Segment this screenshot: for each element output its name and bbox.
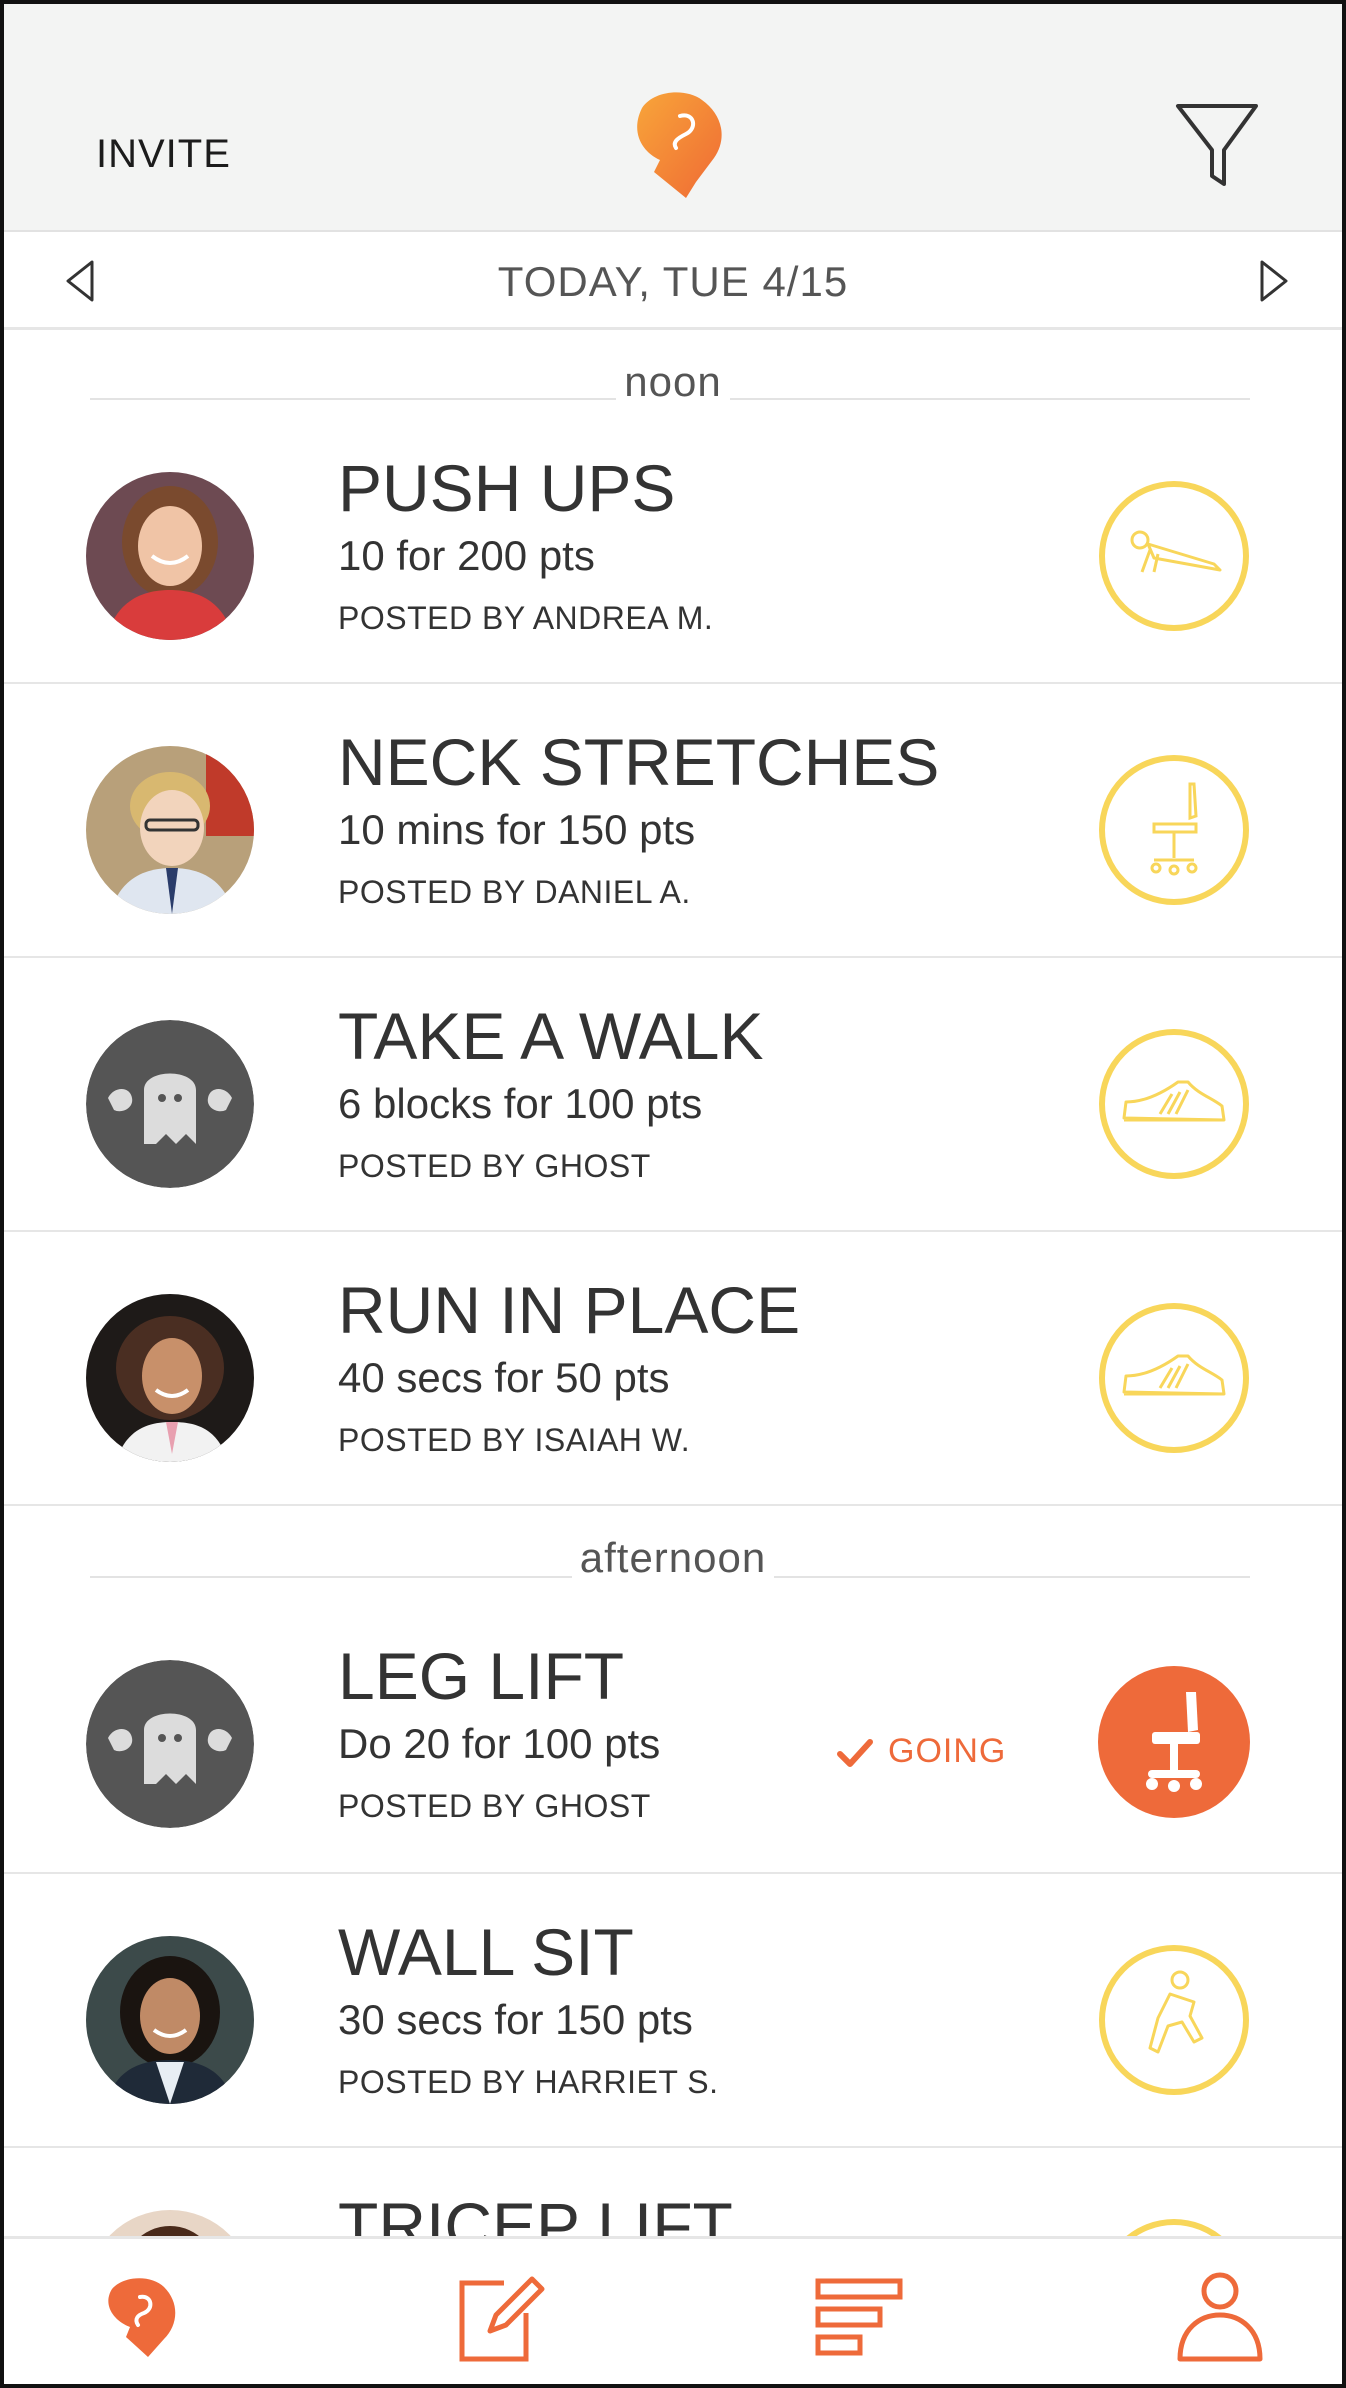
avatar: [86, 472, 254, 640]
boxing-glove-icon: [624, 86, 734, 204]
posted-by: POSTED BY GHOST: [338, 1148, 651, 1184]
posted-by: POSTED BY DANIEL A.: [338, 874, 691, 910]
activity-title: LEG LIFT: [338, 1639, 625, 1713]
bottom-tab-bar: [4, 2236, 1342, 2384]
ghost-avatar: [86, 1660, 254, 1828]
list-item[interactable]: NECK STRETCHES 10 mins for 150 pts POSTE…: [4, 684, 1342, 958]
activity-title: WALL SIT: [338, 1915, 634, 1989]
activity-title: NECK STRETCHES: [338, 725, 940, 799]
list-item[interactable]: TAKE A WALK 6 blocks for 100 pts POSTED …: [4, 958, 1342, 1232]
app-screen: INVITE TODAY, TUE 4/15 noon PUSH UPS 10 …: [0, 0, 1346, 2388]
avatar: [86, 1936, 254, 2104]
posted-by: POSTED BY ANDREA M.: [338, 600, 714, 636]
triangle-right-icon[interactable]: [1248, 256, 1298, 306]
posted-by: POSTED BY ISAIAH W.: [338, 1422, 691, 1458]
profile-icon[interactable]: [1170, 2267, 1270, 2367]
office-chair-icon[interactable]: [1098, 754, 1250, 906]
activity-detail: 6 blocks for 100 pts: [338, 1080, 703, 1127]
sneaker-icon[interactable]: [1098, 1028, 1250, 1180]
activity-detail: 10 mins for 150 pts: [338, 806, 696, 853]
filter-funnel-icon[interactable]: [1174, 100, 1260, 192]
activity-detail: 10 for 200 pts: [338, 532, 595, 579]
boxing-glove-icon[interactable]: [90, 2267, 190, 2367]
list-bars-icon[interactable]: [810, 2267, 910, 2367]
compose-icon[interactable]: [450, 2267, 550, 2367]
avatar: [86, 1294, 254, 1462]
section-header-noon: noon: [4, 330, 1342, 410]
section-label: afternoon: [571, 1534, 775, 1581]
activity-detail: 30 secs for 150 pts: [338, 1996, 693, 2043]
posted-by: POSTED BY GHOST: [338, 1788, 651, 1824]
list-item[interactable]: RUN IN PLACE 40 secs for 50 pts POSTED B…: [4, 1232, 1342, 1506]
current-date-label: TODAY, TUE 4/15: [497, 258, 849, 305]
going-status: GOING: [836, 1732, 1006, 1771]
list-item[interactable]: WALL SIT 30 secs for 150 pts POSTED BY H…: [4, 1874, 1342, 2148]
list-item[interactable]: LEG LIFT Do 20 for 100 pts POSTED BY GHO…: [4, 1600, 1342, 1874]
ghost-avatar: [86, 1020, 254, 1188]
section-label: noon: [616, 358, 730, 405]
sneaker-icon[interactable]: [1098, 1302, 1250, 1454]
activity-detail: 40 secs for 50 pts: [338, 1354, 670, 1401]
activity-title: RUN IN PLACE: [338, 1273, 801, 1347]
list-item[interactable]: PUSH UPS 10 for 200 pts POSTED BY ANDREA…: [4, 410, 1342, 684]
avatar: [86, 746, 254, 914]
date-navigator: TODAY, TUE 4/15: [4, 234, 1342, 330]
push-up-icon[interactable]: [1098, 480, 1250, 632]
invite-button[interactable]: INVITE: [96, 132, 231, 177]
section-header-afternoon: afternoon: [4, 1506, 1342, 1600]
activity-list: noon PUSH UPS 10 for 200 pts POSTED BY A…: [4, 330, 1342, 2384]
posted-by: POSTED BY HARRIET S.: [338, 2064, 719, 2100]
top-header: INVITE: [4, 4, 1342, 232]
going-label: GOING: [888, 1732, 1007, 1770]
activity-title: PUSH UPS: [338, 451, 676, 525]
activity-detail: Do 20 for 100 pts: [338, 1720, 661, 1767]
activity-title: TAKE A WALK: [338, 999, 764, 1073]
wall-sit-icon[interactable]: [1098, 1944, 1250, 2096]
office-chair-icon[interactable]: [1098, 1666, 1250, 1818]
checkmark-icon: [837, 1739, 873, 1767]
